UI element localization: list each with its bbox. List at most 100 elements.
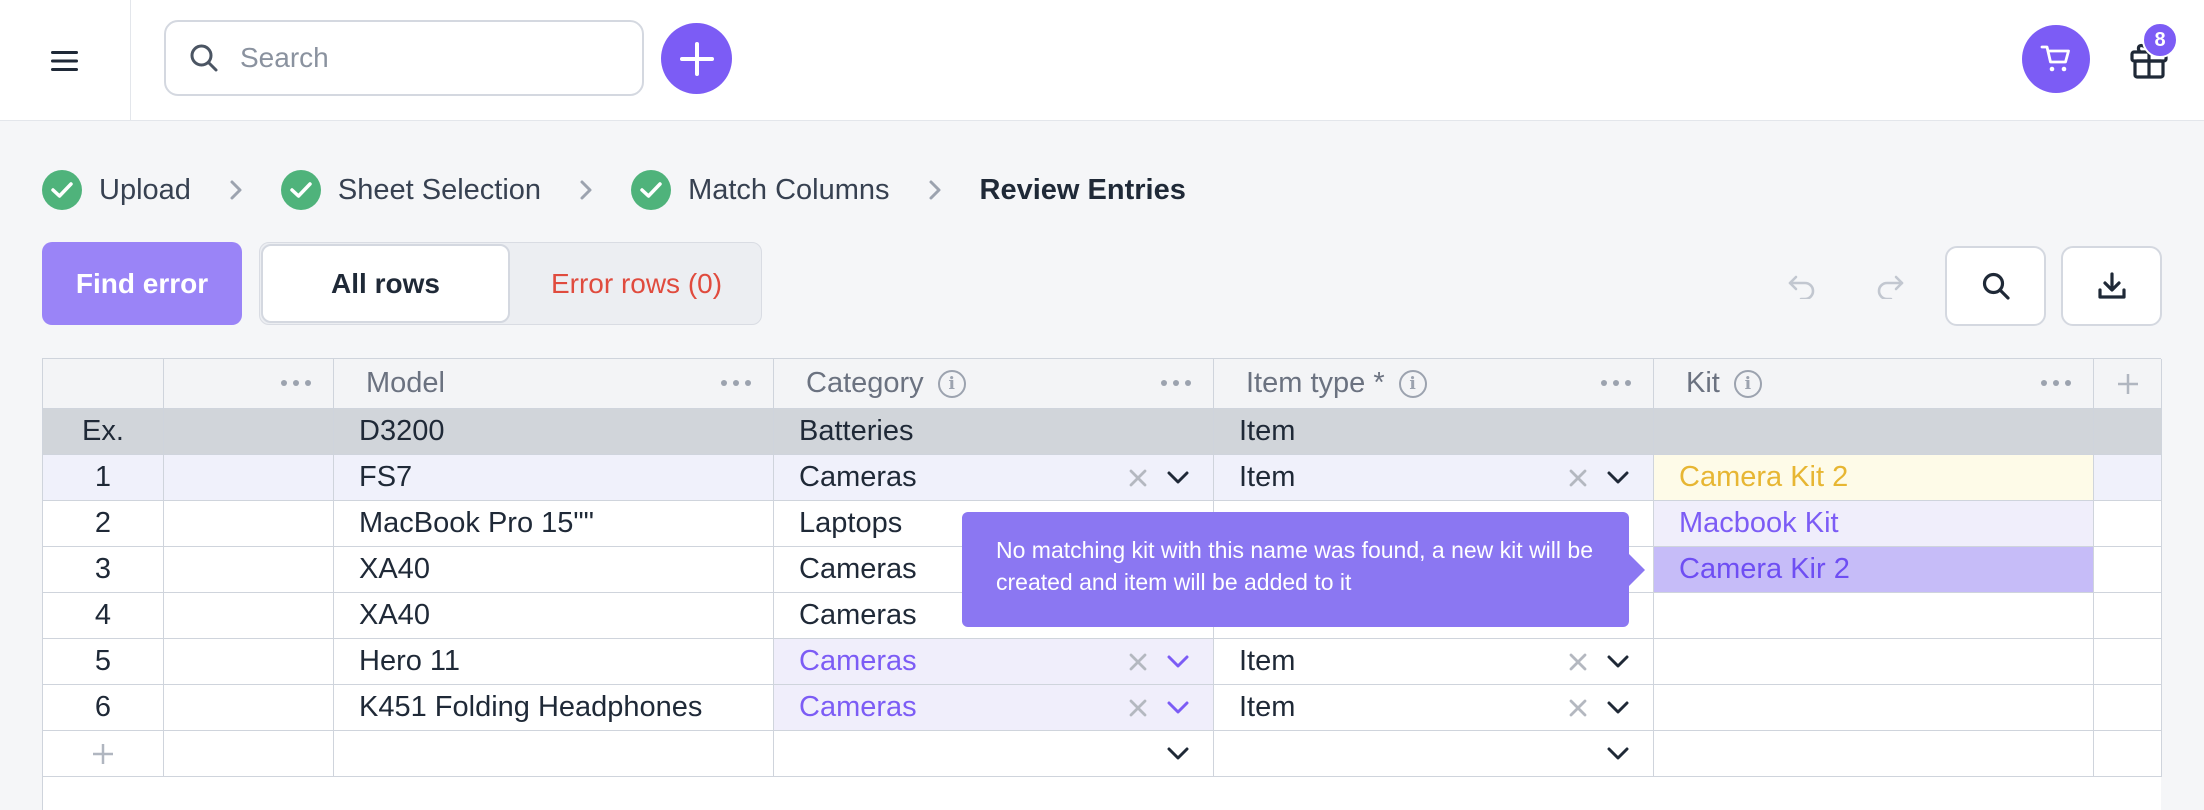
- clear-icon[interactable]: [1565, 465, 1591, 491]
- cell-model[interactable]: Hero 11: [334, 639, 774, 685]
- info-icon[interactable]: i: [1733, 369, 1762, 398]
- chevron-down-icon[interactable]: [1165, 741, 1191, 767]
- clear-icon[interactable]: [1125, 649, 1151, 675]
- table-row[interactable]: 6 K451 Folding Headphones Cameras Item: [43, 685, 2162, 731]
- cell-item-type-select[interactable]: Item: [1214, 685, 1654, 731]
- step-label: Upload: [99, 173, 191, 206]
- find-error-button[interactable]: Find error: [42, 242, 242, 325]
- search-grid-button[interactable]: [1945, 246, 2046, 326]
- check-circle-icon: [631, 170, 672, 210]
- undo-icon: [1788, 275, 1815, 299]
- download-button[interactable]: [2061, 246, 2162, 326]
- chevron-right-icon: [229, 179, 243, 201]
- cell-value: Cameras: [799, 691, 917, 723]
- search-input[interactable]: [240, 42, 620, 74]
- cell-item-type: Item: [1214, 409, 1654, 455]
- step-match-columns: Match Columns: [631, 170, 890, 210]
- cell-blank[interactable]: [164, 639, 334, 685]
- row-index: Ex.: [43, 409, 164, 455]
- cell-kit[interactable]: [1654, 731, 2094, 777]
- info-icon[interactable]: i: [937, 369, 966, 398]
- check-circle-icon: [280, 170, 321, 210]
- add-button[interactable]: [661, 23, 732, 94]
- new-row[interactable]: [43, 731, 2162, 777]
- header-cell-blank: [164, 359, 334, 409]
- add-column-button[interactable]: [2094, 359, 2162, 409]
- table-row[interactable]: 5 Hero 11 Cameras Item: [43, 639, 2162, 685]
- search-icon: [1982, 272, 2010, 300]
- search-box[interactable]: [164, 20, 644, 96]
- cell-kit[interactable]: [1654, 593, 2094, 639]
- cell-item-type-select[interactable]: Item: [1214, 639, 1654, 685]
- table-row[interactable]: 1 FS7 Cameras Item Camera Kit 2: [43, 455, 2162, 501]
- cell-end: [2094, 731, 2162, 777]
- cell-model[interactable]: XA40: [334, 593, 774, 639]
- menu-button[interactable]: [0, 0, 131, 121]
- cell-end: [2094, 409, 2162, 455]
- cell-end: [2094, 501, 2162, 547]
- progress-stepper: Upload Sheet Selection Match Columns Rev…: [42, 168, 1186, 212]
- download-icon: [2097, 272, 2126, 299]
- cell-blank[interactable]: [164, 455, 334, 501]
- undo-button[interactable]: [1780, 264, 1824, 308]
- cell-model[interactable]: K451 Folding Headphones: [334, 685, 774, 731]
- cell-model[interactable]: [334, 731, 774, 777]
- cell-item-type-select[interactable]: [1214, 731, 1654, 777]
- cell-value: Cameras: [799, 645, 917, 677]
- chevron-down-icon[interactable]: [1605, 465, 1631, 491]
- cell-category-select[interactable]: Cameras: [774, 685, 1214, 731]
- add-row-button[interactable]: [43, 731, 164, 777]
- clear-icon[interactable]: [1125, 465, 1151, 491]
- cell-kit[interactable]: Macbook Kit: [1654, 501, 2094, 547]
- top-bar: 8: [0, 0, 2204, 121]
- tooltip-text: No matching kit with this name was found…: [996, 537, 1593, 595]
- cell-kit[interactable]: [1654, 685, 2094, 731]
- header-cell-category: Category i: [774, 359, 1214, 409]
- column-menu-icon[interactable]: [1601, 379, 1631, 388]
- chevron-down-icon[interactable]: [1165, 649, 1191, 675]
- cell-value: Item: [1239, 645, 1296, 677]
- column-menu-icon[interactable]: [281, 379, 311, 388]
- error-rows-tab[interactable]: Error rows (0): [512, 243, 761, 324]
- cell-item-type-select[interactable]: Item: [1214, 455, 1654, 501]
- cell-blank[interactable]: [164, 685, 334, 731]
- info-icon[interactable]: i: [1398, 369, 1427, 398]
- chevron-down-icon[interactable]: [1165, 695, 1191, 721]
- clear-icon[interactable]: [1125, 695, 1151, 721]
- clear-icon[interactable]: [1565, 695, 1591, 721]
- cell-blank[interactable]: [164, 501, 334, 547]
- cell-kit-selected[interactable]: Camera Kir 2: [1654, 547, 2094, 593]
- redo-button[interactable]: [1868, 264, 1912, 308]
- cell-kit[interactable]: Camera Kit 2: [1654, 455, 2094, 501]
- cell-category-select[interactable]: [774, 731, 1214, 777]
- grid-header-row: Model Category i Item type * i Kit i: [43, 359, 2162, 409]
- plus-icon: [679, 41, 714, 76]
- cell-category-select[interactable]: Cameras: [774, 639, 1214, 685]
- column-menu-icon[interactable]: [2041, 379, 2071, 388]
- column-menu-icon[interactable]: [721, 379, 751, 388]
- column-title: Category: [806, 367, 924, 399]
- chevron-down-icon[interactable]: [1605, 649, 1631, 675]
- chevron-right-icon: [928, 179, 942, 201]
- all-rows-tab[interactable]: All rows: [261, 244, 510, 323]
- cell-blank[interactable]: [164, 731, 334, 777]
- row-index: 4: [43, 593, 164, 639]
- cell-blank[interactable]: [164, 547, 334, 593]
- chevron-down-icon[interactable]: [1165, 465, 1191, 491]
- column-menu-icon[interactable]: [1161, 379, 1191, 388]
- cell-value: Item: [1239, 461, 1296, 493]
- cell-category-select[interactable]: Cameras: [774, 455, 1214, 501]
- tooltip-arrow: [1629, 554, 1645, 586]
- cell-model[interactable]: FS7: [334, 455, 774, 501]
- chevron-down-icon[interactable]: [1605, 741, 1631, 767]
- cell-blank[interactable]: [164, 593, 334, 639]
- cell-model[interactable]: XA40: [334, 547, 774, 593]
- cell-kit[interactable]: [1654, 639, 2094, 685]
- step-review-entries: Review Entries: [980, 174, 1186, 207]
- cell-model[interactable]: MacBook Pro 15"": [334, 501, 774, 547]
- redo-icon: [1877, 275, 1904, 299]
- cart-button[interactable]: [2022, 25, 2090, 93]
- cell-value: Cameras: [799, 461, 917, 493]
- clear-icon[interactable]: [1565, 649, 1591, 675]
- chevron-down-icon[interactable]: [1605, 695, 1631, 721]
